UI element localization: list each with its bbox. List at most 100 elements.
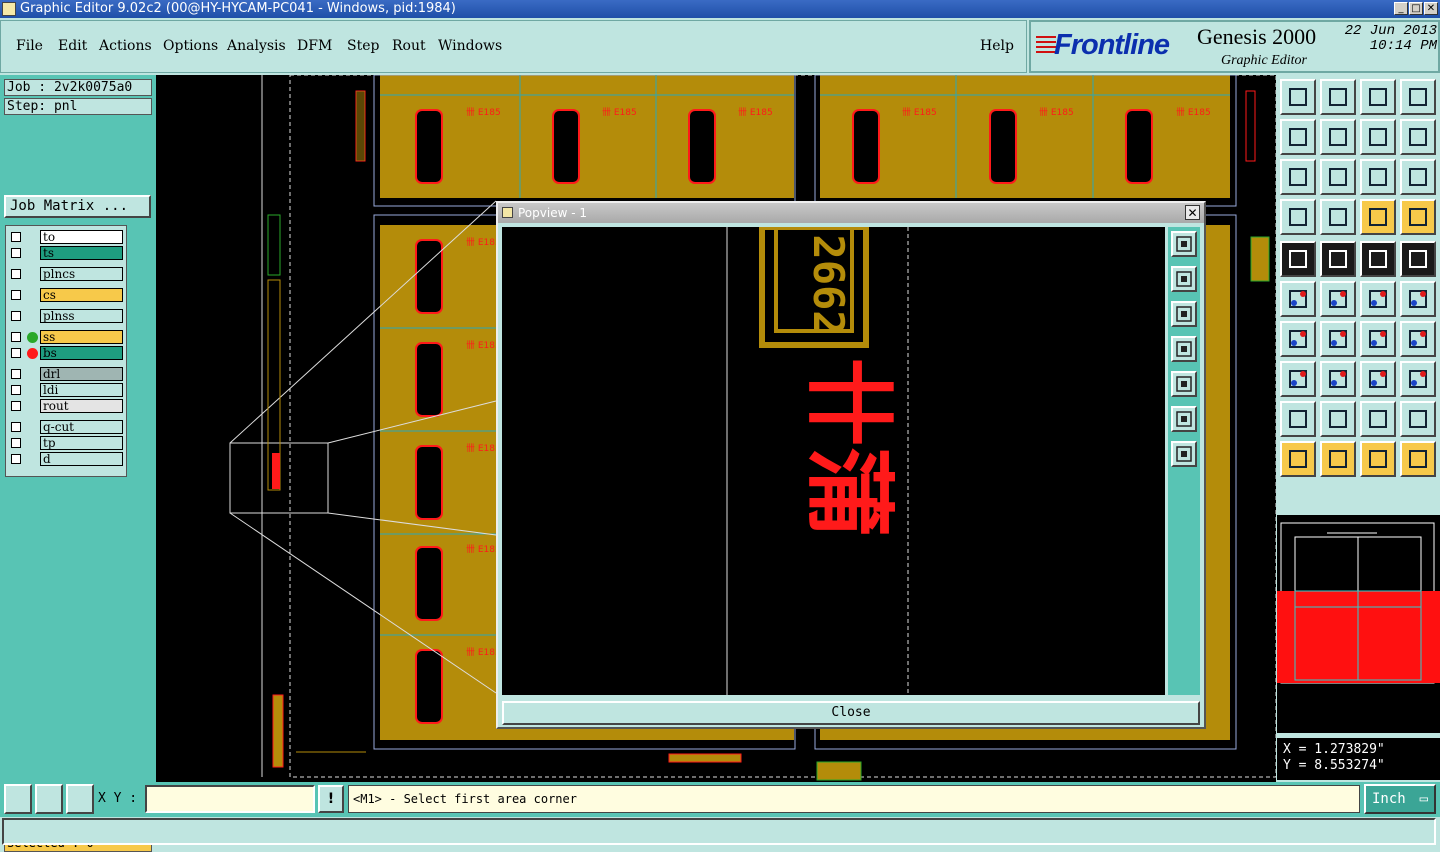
pan-right-icon[interactable] — [1171, 371, 1197, 397]
zoom-out-icon[interactable] — [1171, 406, 1197, 432]
pointer-select-icon[interactable] — [1360, 441, 1396, 477]
layer-checkbox[interactable] — [11, 401, 21, 411]
transform-icon[interactable] — [1400, 361, 1436, 397]
layer-checkbox[interactable] — [11, 269, 21, 279]
pan-up-icon[interactable] — [1280, 79, 1316, 115]
triangle-c-icon[interactable] — [1360, 401, 1396, 437]
layer-checkbox[interactable] — [11, 290, 21, 300]
angle-icon[interactable] — [1280, 321, 1316, 357]
pan-left-icon[interactable] — [1280, 119, 1316, 155]
layer-checkbox[interactable] — [11, 454, 21, 464]
dimension-icon[interactable] — [1360, 361, 1396, 397]
layer-row[interactable]: ss — [6, 330, 126, 345]
close-window-button[interactable]: ✕ — [1424, 2, 1438, 15]
layer-compare-alt-icon[interactable] — [1400, 199, 1436, 235]
redraw-icon[interactable] — [1400, 119, 1436, 155]
menu-file[interactable]: File — [16, 38, 43, 54]
menu-help[interactable]: Help — [980, 38, 1014, 54]
slope-line-icon[interactable] — [1320, 321, 1356, 357]
layer-row[interactable]: plnss — [6, 309, 126, 324]
pointer-icon[interactable] — [1280, 441, 1316, 477]
scale-1-2-icon[interactable] — [1360, 159, 1396, 195]
circle-icon[interactable] — [1400, 241, 1436, 277]
grid-toggle-icon[interactable] — [1320, 199, 1356, 235]
menu-edit[interactable]: Edit — [58, 38, 87, 54]
layer-checkbox[interactable] — [11, 232, 21, 242]
zoom-window-icon[interactable] — [1171, 231, 1197, 257]
pan-down-icon[interactable] — [1320, 79, 1356, 115]
layer-checkbox[interactable] — [11, 311, 21, 321]
feature-icon[interactable] — [1400, 321, 1436, 357]
menu-options[interactable]: Options — [163, 38, 218, 54]
snap-point-icon[interactable] — [1280, 361, 1316, 397]
pointer-box-icon[interactable] — [1320, 441, 1356, 477]
pointer-node-icon[interactable] — [1400, 441, 1436, 477]
units-select[interactable]: Inch ▭ — [1364, 784, 1436, 814]
arc-icon[interactable] — [1360, 321, 1396, 357]
move-point-icon[interactable] — [1360, 281, 1396, 317]
triangle-a-icon[interactable] — [1280, 401, 1316, 437]
warning-button[interactable]: ! — [318, 785, 344, 813]
layer-row[interactable]: ts — [6, 246, 126, 261]
triangle-d-icon[interactable] — [1400, 401, 1436, 437]
pan-left-icon[interactable] — [1171, 336, 1197, 362]
ruler-icon[interactable] — [1360, 241, 1396, 277]
layer-checkbox[interactable] — [11, 348, 21, 358]
xy-input[interactable] — [145, 785, 315, 813]
menu-windows[interactable]: Windows — [438, 38, 502, 54]
zoom-center-icon[interactable] — [1320, 159, 1356, 195]
layer-checkbox[interactable] — [11, 385, 21, 395]
grid-icon[interactable] — [66, 784, 94, 814]
pan-down-icon[interactable] — [1171, 301, 1197, 327]
job-matrix-button[interactable]: Job Matrix ... — [4, 195, 151, 218]
layer-row[interactable]: cs — [6, 288, 126, 303]
menu-step[interactable]: Step — [347, 38, 379, 54]
home-icon[interactable] — [1360, 79, 1396, 115]
layer-row[interactable]: ldi — [6, 383, 126, 398]
layer-checkbox[interactable] — [11, 332, 21, 342]
layer-name: plncs — [40, 267, 123, 281]
cross-icon[interactable] — [1320, 281, 1356, 317]
menu-rout[interactable]: Rout — [392, 38, 426, 54]
node-select-icon[interactable] — [1280, 281, 1316, 317]
overview-map[interactable] — [1277, 515, 1440, 733]
layer-checkbox[interactable] — [11, 422, 21, 432]
graphic-canvas[interactable]: 卌 E185 卌 E185 卌 E185 卌 E185 卌 E185 卌 E18… — [156, 75, 1276, 782]
minimize-button[interactable]: _ — [1394, 2, 1408, 15]
snap-icon[interactable] — [4, 784, 32, 814]
affected-layer-dot-icon — [27, 348, 38, 359]
menu-actions[interactable]: Actions — [99, 38, 152, 54]
layer-row[interactable]: drl — [6, 367, 126, 382]
zoom-back-icon[interactable] — [1360, 119, 1396, 155]
window-icon[interactable] — [1400, 79, 1436, 115]
popview-close-button[interactable]: Close — [502, 701, 1200, 725]
layer-row[interactable]: q-cut — [6, 420, 126, 435]
layer-checkbox[interactable] — [11, 248, 21, 258]
layer-row[interactable]: d — [6, 452, 126, 467]
layer-row[interactable]: tp — [6, 436, 126, 451]
add-pad-icon[interactable] — [1280, 241, 1316, 277]
measure-tool-icon[interactable] — [1280, 199, 1316, 235]
pan-up-icon[interactable] — [1171, 266, 1197, 292]
segment-icon[interactable] — [1320, 361, 1356, 397]
layer-checkbox[interactable] — [11, 369, 21, 379]
menu-dfm[interactable]: DFM — [297, 38, 332, 54]
menu-analysis[interactable]: Analysis — [227, 38, 286, 54]
measure-icon[interactable] — [35, 784, 63, 814]
zoom-home-icon[interactable] — [1171, 441, 1197, 467]
maximize-button[interactable]: □ — [1409, 2, 1423, 15]
pan-right-icon[interactable] — [1320, 119, 1356, 155]
help-query-icon[interactable] — [1400, 159, 1436, 195]
layer-compare-icon[interactable] — [1360, 199, 1396, 235]
layer-checkbox[interactable] — [11, 438, 21, 448]
layer-row[interactable]: plncs — [6, 267, 126, 282]
add-line-icon[interactable] — [1320, 241, 1356, 277]
layer-row[interactable]: to — [6, 230, 126, 245]
layer-row[interactable]: rout — [6, 399, 126, 414]
move-line-icon[interactable] — [1400, 281, 1436, 317]
popview-close-icon[interactable]: ✕ — [1185, 205, 1200, 220]
triangle-b-icon[interactable] — [1320, 401, 1356, 437]
popview-canvas[interactable]: 2662 卄蒲 — [502, 227, 1165, 695]
layer-row[interactable]: bs — [6, 346, 126, 361]
fit-icon[interactable] — [1280, 159, 1316, 195]
